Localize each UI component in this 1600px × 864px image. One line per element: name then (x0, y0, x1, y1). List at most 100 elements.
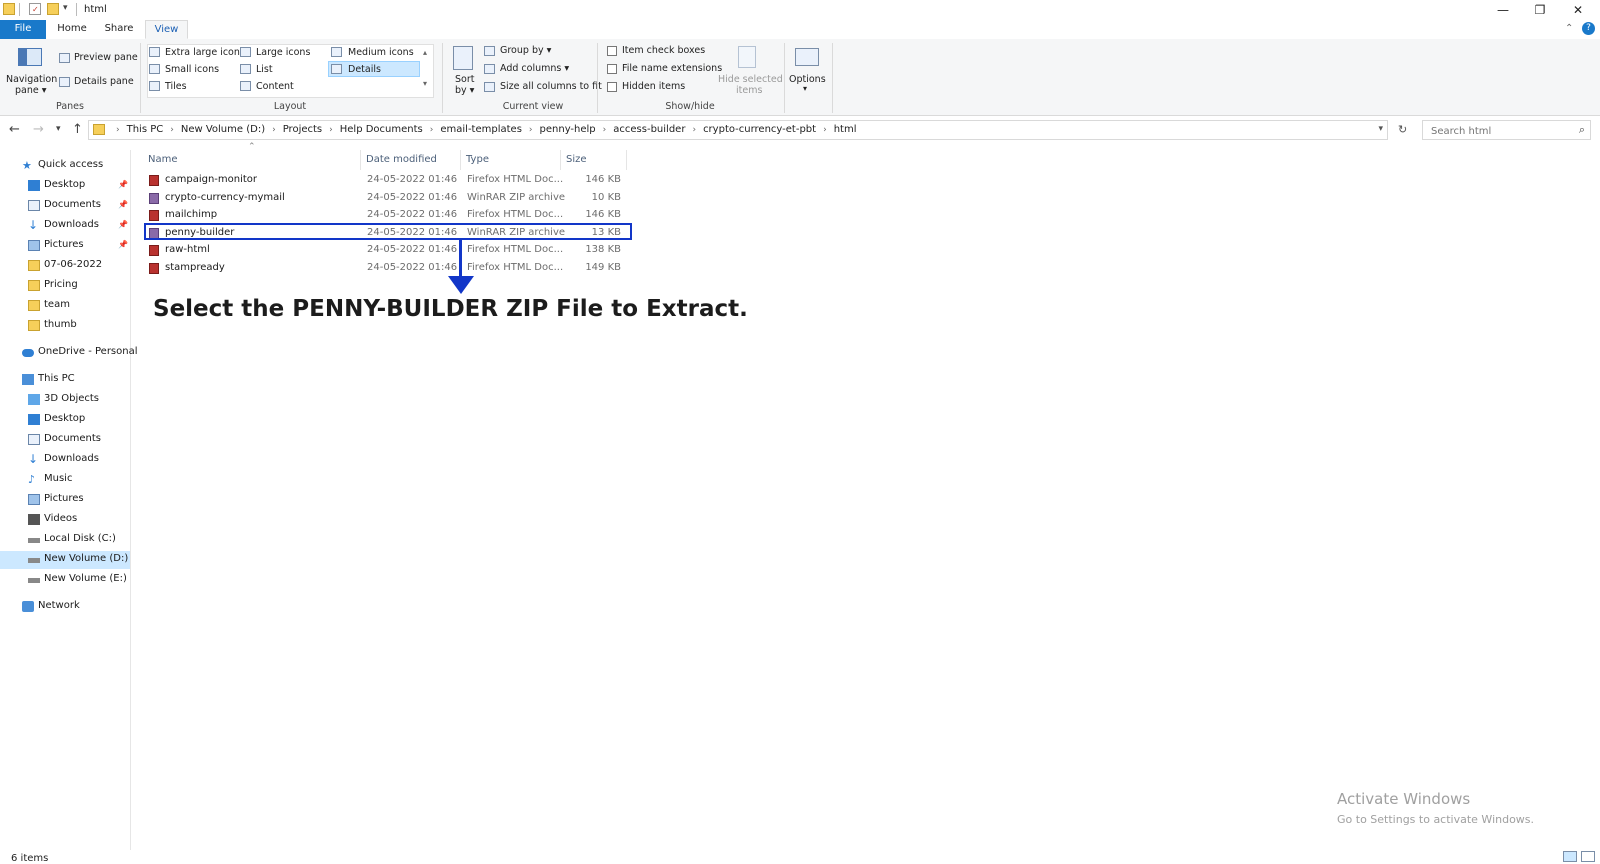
breadcrumb-separator-icon[interactable]: › (430, 125, 434, 135)
collapse-ribbon-icon[interactable]: ⌃ (1565, 23, 1573, 34)
back-arrow-icon[interactable]: ← (9, 122, 20, 137)
layout-extra-large-icons[interactable]: Extra large icons (165, 47, 245, 58)
search-input[interactable] (1429, 122, 1573, 140)
nav-item[interactable]: New Volume (E:) (0, 571, 130, 589)
table-row[interactable]: crypto-currency-mymail 24-05-2022 01:46 Wi… (143, 190, 629, 207)
nav-item[interactable]: thumb (0, 317, 130, 335)
tab-home[interactable]: Home (52, 20, 92, 39)
breadcrumb-separator-icon[interactable]: › (529, 125, 533, 135)
breadcrumb-item[interactable]: crypto-currency-et-pbt (703, 124, 816, 135)
layout-medium-icons[interactable]: Medium icons (348, 47, 414, 58)
layout-content[interactable]: Content (256, 81, 294, 92)
sort-by-button[interactable]: Sort (455, 74, 474, 85)
options-button[interactable]: Options (789, 74, 826, 85)
help-icon[interactable]: ? (1582, 22, 1595, 35)
pin-icon[interactable]: 📌 (118, 220, 128, 229)
breadcrumb-separator-icon[interactable]: › (692, 125, 696, 135)
nav-item[interactable]: 07-06-2022 (0, 257, 130, 275)
breadcrumb-item[interactable]: Projects (283, 124, 322, 135)
close-button[interactable]: ✕ (1558, 0, 1598, 20)
breadcrumb-item[interactable]: New Volume (D:) (181, 124, 265, 135)
nav-item[interactable]: Network (0, 598, 130, 616)
nav-item[interactable]: Pictures (0, 491, 130, 509)
file-name-extensions-checkbox[interactable] (607, 64, 617, 74)
nav-item[interactable]: Pricing (0, 277, 130, 295)
forward-arrow-icon[interactable]: → (33, 122, 44, 137)
column-header-size[interactable]: Size (561, 150, 627, 170)
breadcrumb-item[interactable]: html (834, 124, 857, 135)
new-folder-icon[interactable] (47, 3, 59, 15)
breadcrumb-item[interactable]: Help Documents (340, 124, 423, 135)
navigation-pane-icon[interactable] (18, 48, 42, 66)
tab-share[interactable]: Share (99, 20, 139, 39)
pin-icon[interactable]: 📌 (118, 240, 128, 249)
column-header-date-modified[interactable]: Date modified (361, 150, 461, 170)
table-row[interactable]: raw-html 24-05-2022 01:46 Firefox HTML Doc… (143, 242, 629, 259)
layout-large-icons[interactable]: Large icons (256, 47, 310, 58)
restore-button[interactable]: ❐ (1520, 0, 1560, 20)
breadcrumb-separator-icon[interactable]: › (116, 125, 120, 135)
pin-icon[interactable]: 📌 (118, 180, 128, 189)
up-arrow-icon[interactable]: ↑ (72, 122, 83, 137)
column-header-type[interactable]: Type (461, 150, 561, 170)
column-header-name[interactable]: Name (143, 150, 361, 170)
breadcrumb-item[interactable]: email-templates (440, 124, 522, 135)
nav-item[interactable]: Documents (0, 431, 130, 449)
nav-item[interactable]: Desktop (0, 411, 130, 429)
address-bar[interactable]: › This PC › New Volume (D:) › Projects › Help D… (88, 120, 1388, 140)
breadcrumb-separator-icon[interactable]: › (329, 125, 333, 135)
nav-item[interactable]: Documents 📌 (0, 197, 130, 215)
layout-list[interactable]: List (256, 64, 273, 75)
size-all-columns-button[interactable]: Size all columns to fit (500, 81, 602, 92)
properties-icon[interactable]: ✓ (29, 3, 41, 15)
search-box[interactable]: ⌕ (1422, 120, 1591, 140)
navigation-pane-button[interactable]: Navigation (6, 74, 57, 85)
nav-item[interactable]: ↓ Downloads 📌 (0, 217, 130, 235)
recent-locations-chevron-icon[interactable]: ▾ (56, 124, 61, 134)
table-row[interactable]: mailchimp 24-05-2022 01:46 Firefox HTML Do… (143, 207, 629, 224)
options-icon[interactable] (795, 48, 819, 66)
nav-item[interactable]: ♪ Music (0, 471, 130, 489)
minimize-button[interactable]: — (1483, 0, 1523, 20)
nav-item[interactable]: New Volume (D:) (0, 551, 130, 569)
breadcrumb-separator-icon[interactable]: › (603, 125, 607, 135)
nav-item[interactable]: OneDrive - Personal (0, 344, 138, 362)
navigation-pane-button-line2[interactable]: pane ▾ (15, 85, 47, 96)
tab-file[interactable]: File (0, 20, 46, 39)
nav-item[interactable]: ↓ Downloads (0, 451, 130, 469)
details-view-icon[interactable] (1563, 851, 1577, 862)
nav-item[interactable]: Pictures 📌 (0, 237, 130, 255)
breadcrumb-separator-icon[interactable]: › (823, 125, 827, 135)
table-row[interactable]: campaign-monitor 24-05-2022 01:46 Firefox … (143, 172, 629, 189)
table-row[interactable]: stampready 24-05-2022 01:46 Firefox HTML D… (143, 260, 629, 277)
customize-toolbar-chevron-icon[interactable]: ▾ (63, 3, 68, 13)
address-dropdown-chevron-icon[interactable]: ▾ (1378, 124, 1383, 134)
tab-view[interactable]: View (145, 20, 188, 39)
large-icons-view-icon[interactable] (1581, 851, 1595, 862)
layout-tiles[interactable]: Tiles (165, 81, 187, 92)
breadcrumb-item[interactable]: penny-help (540, 124, 596, 135)
nav-item[interactable]: ★ Quick access (0, 157, 130, 175)
item-check-boxes-checkbox[interactable] (607, 46, 617, 56)
nav-item[interactable]: Videos (0, 511, 130, 529)
sort-by-icon[interactable] (453, 46, 473, 70)
hidden-items-checkbox[interactable] (607, 82, 617, 92)
refresh-icon[interactable]: ↻ (1398, 123, 1407, 136)
layout-scroll-up-icon[interactable]: ▴ (423, 48, 427, 57)
nav-item[interactable]: Desktop 📌 (0, 177, 130, 195)
nav-item[interactable]: 3D Objects (0, 391, 130, 409)
options-chevron-icon[interactable]: ▾ (803, 84, 807, 93)
nav-item[interactable]: team (0, 297, 130, 315)
sort-by-button-line2[interactable]: by ▾ (455, 85, 474, 96)
layout-small-icons[interactable]: Small icons (165, 64, 219, 75)
nav-item[interactable]: Local Disk (C:) (0, 531, 130, 549)
layout-details[interactable]: Details (348, 64, 381, 75)
breadcrumb-item[interactable]: access-builder (613, 124, 685, 135)
add-columns-button[interactable]: Add columns ▾ (500, 63, 569, 74)
group-by-button[interactable]: Group by ▾ (500, 45, 551, 56)
pin-icon[interactable]: 📌 (118, 200, 128, 209)
layout-more-icon[interactable]: ▾ (423, 79, 427, 88)
breadcrumb-item[interactable]: This PC (127, 124, 164, 135)
preview-pane-button[interactable]: Preview pane (74, 52, 138, 63)
breadcrumb-separator-icon[interactable]: › (272, 125, 276, 135)
